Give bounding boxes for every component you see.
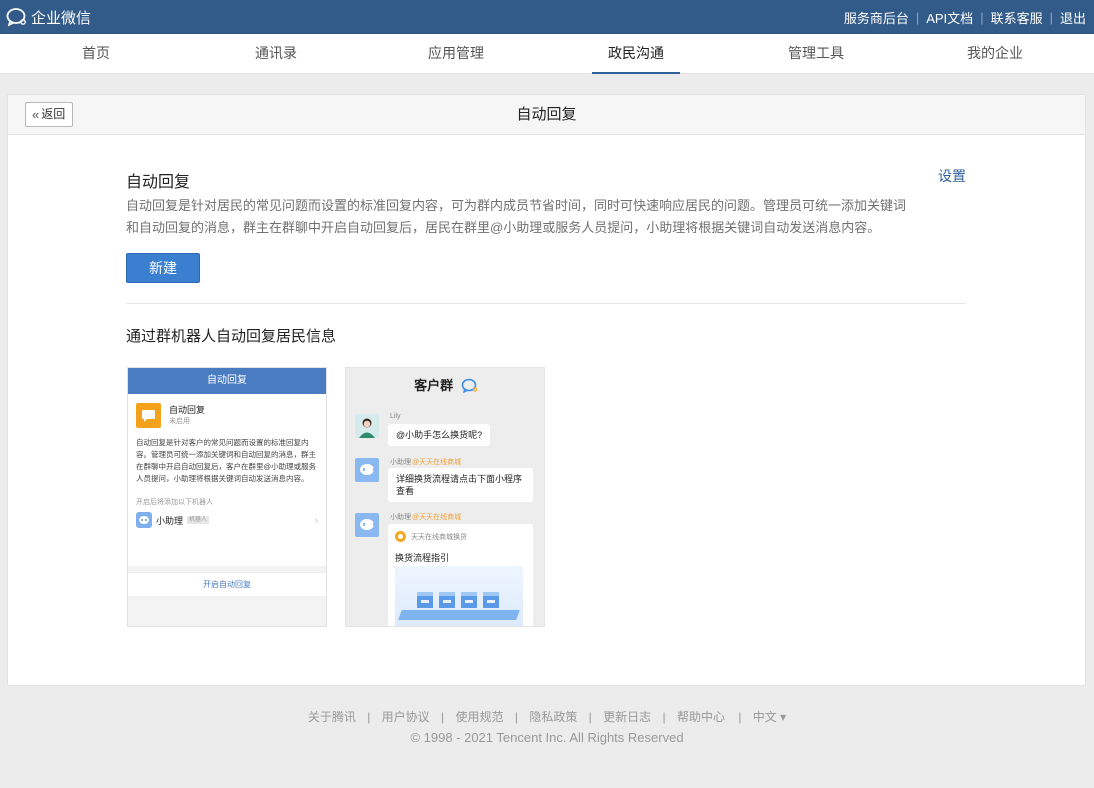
footer-link-about[interactable]: 关于腾讯 (308, 710, 356, 724)
preview-body: 自动回复 未启用 自动回复是针对客户的常见问题而设置的标准回复内容。管理员可统一… (128, 394, 326, 566)
group-chat-title-row: 客户群 (346, 368, 544, 404)
footer-separator: | (588, 710, 592, 724)
footer-link-user-agreement[interactable]: 用户协议 (382, 710, 430, 724)
nav-item-management-tools[interactable]: 管理工具 (772, 34, 860, 74)
page-title: 自动回复 (516, 106, 577, 123)
footer-links: 关于腾讯 | 用户协议 | 使用规范 | 隐私政策 | 更新日志 | 帮助中心 … (0, 708, 1094, 726)
message-bubble: 详细换货流程请点击下面小程序查看 (388, 468, 533, 502)
footer-link-help[interactable]: 帮助中心 (677, 710, 725, 724)
package-icon (483, 592, 499, 608)
package-icon (417, 592, 433, 608)
sender-org: @天天在线商城 (412, 514, 462, 521)
robot-avatar-icon (355, 458, 379, 482)
group-chat-title: 客户群 (414, 378, 454, 393)
group-chat-preview: 客户群 Lily @小助手怎么换货呢? 小助理@天天在线商城 详细换货流程请点击… (345, 367, 545, 627)
top-link-separator: | (980, 9, 984, 25)
sender-org: @天天在线商城 (412, 459, 462, 466)
footer-separator: | (738, 710, 742, 724)
card-source: 天天在线商城换货 (395, 531, 467, 542)
back-button-label: 返回 (41, 107, 66, 121)
top-links: 服务商后台 | API文档 | 联系客服 | 退出 (844, 0, 1086, 34)
section-title: 自动回复 (126, 174, 191, 191)
preview-robot-row: 小助理 机器人 › (136, 512, 318, 528)
copyright: © 1998 - 2021 Tencent Inc. All Rights Re… (410, 730, 684, 745)
mini-program-card: 天天在线商城换货 换货流程指引 (388, 524, 533, 626)
footer-separator: | (441, 710, 445, 724)
footer-separator: | (514, 710, 518, 724)
preview-app-status: 未启用 (169, 418, 190, 425)
auto-reply-preview: 自动回复 自动回复 未启用 自动回复是针对客户的常见问题而设置的标准回复内容。管… (127, 367, 327, 627)
message-icon (136, 403, 161, 428)
nav-item-app-management[interactable]: 应用管理 (412, 34, 500, 74)
conveyor-belt (398, 610, 520, 620)
logout-link[interactable]: 退出 (1060, 8, 1086, 27)
sender-name: 小助理 (390, 459, 411, 466)
double-chevron-left-icon: « (32, 107, 40, 122)
footer-link-privacy[interactable]: 隐私政策 (529, 710, 577, 724)
card-title: 换货流程指引 (395, 553, 450, 563)
main-nav: 首页 通讯录 应用管理 政民沟通 管理工具 我的企业 (0, 34, 1094, 74)
preview-robot-hint: 开启后将添加以下机器人 (136, 499, 213, 506)
card-source-label: 天天在线商城换货 (411, 533, 467, 541)
language-selector[interactable]: 中文 ▾ (753, 710, 786, 724)
content-card: « 返回 自动回复 自动回复 设置 自动回复是针对居民的常见问题而设置的标准回复… (7, 94, 1086, 686)
preview-app-name: 自动回复 (169, 405, 206, 415)
contact-support-link[interactable]: 联系客服 (991, 8, 1043, 27)
preview-description: 自动回复是针对客户的常见问题而设置的标准回复内容。管理员可统一添加关键词和自动回… (136, 438, 317, 483)
package-icon (461, 592, 477, 608)
chevron-right-icon: › (315, 515, 318, 525)
user-avatar (355, 414, 379, 438)
logo-text: 企业微信 (31, 9, 92, 27)
new-button[interactable]: 新建 (126, 253, 200, 283)
preview-app-row: 自动回复 未启用 (136, 403, 318, 428)
back-button[interactable]: « 返回 (25, 102, 74, 127)
user-avatar-icon (355, 414, 379, 438)
footer-link-usage-rules[interactable]: 使用规范 (455, 710, 503, 724)
preview-header: 自动回复 (128, 368, 326, 394)
card-illustration (395, 566, 523, 626)
footer-separator: | (367, 710, 371, 724)
sender-name-row: 小助理@天天在线商城 (390, 512, 461, 522)
top-link-separator: | (1049, 9, 1053, 25)
preview-enable-button: 开启自动回复 (128, 572, 326, 596)
nav-item-contacts[interactable]: 通讯录 (232, 34, 320, 74)
sender-name: Lily (390, 413, 401, 420)
top-link-separator: | (915, 9, 920, 25)
sender-name: 小助理 (390, 514, 411, 521)
robot-avatar-icon (355, 513, 379, 537)
nav-item-my-enterprise[interactable]: 我的企业 (951, 34, 1039, 74)
footer-separator: | (662, 710, 666, 724)
settings-link[interactable]: 设置 (938, 166, 966, 186)
robot-icon (136, 512, 152, 528)
wecom-logo-icon (6, 8, 26, 27)
footer-link-changelog[interactable]: 更新日志 (603, 710, 651, 724)
service-provider-link[interactable]: 服务商后台 (844, 8, 909, 27)
robot-section-title: 通过群机器人自动回复居民信息 (126, 328, 337, 345)
divider (126, 303, 966, 304)
nav-item-home[interactable]: 首页 (52, 34, 140, 74)
chat-bubble-icon (461, 378, 478, 393)
message-bubble: @小助手怎么换货呢? (388, 424, 491, 446)
section-description: 自动回复是针对居民的常见问题而设置的标准回复内容，可为群内成员节省时间，同时可快… (126, 198, 907, 235)
nav-item-citizen-communication[interactable]: 政民沟通 (592, 34, 680, 74)
api-docs-link[interactable]: API文档 (926, 8, 973, 27)
card-header: « 返回 自动回复 (8, 95, 1085, 135)
preview-robot-tag: 机器人 (187, 516, 210, 524)
package-icon (439, 592, 455, 608)
preview-robot-name: 小助理 (156, 515, 184, 526)
top-bar: 企业微信 服务商后台 | API文档 | 联系客服 | 退出 (0, 0, 1094, 34)
logo[interactable]: 企业微信 (6, 0, 91, 34)
store-icon (395, 531, 406, 542)
sender-name-row: 小助理@天天在线商城 (390, 457, 461, 467)
